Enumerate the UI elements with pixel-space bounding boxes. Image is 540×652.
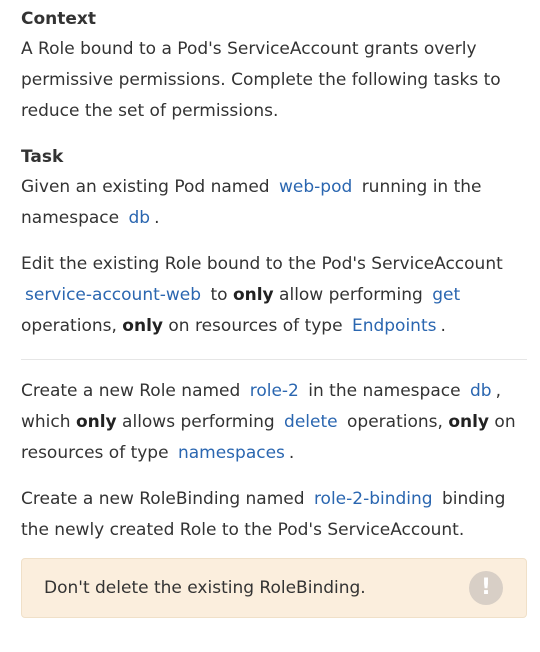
code-verb-get: get <box>432 285 461 305</box>
code-rolebinding-name: role-2-binding <box>313 489 433 509</box>
context-heading: Context <box>21 9 97 29</box>
warning-note: Don't delete the existing RoleBinding. ! <box>21 558 527 618</box>
exclamation-icon: ! <box>469 571 503 605</box>
code-service-account: service-account-web <box>25 285 202 305</box>
code-resource-endpoints: Endpoints <box>351 316 437 336</box>
code-pod-name: web-pod <box>279 177 353 197</box>
task-heading: Task <box>21 147 64 167</box>
task-paragraph-create-rolebinding: Create a new RoleBinding named role-2-bi… <box>21 489 506 540</box>
warning-note-text: Don't delete the existing RoleBinding. <box>44 577 366 598</box>
code-role-name: role-2 <box>249 381 299 401</box>
code-namespace: db <box>128 208 151 228</box>
divider <box>21 359 527 360</box>
context-text: A Role bound to a Pod's ServiceAccount g… <box>21 39 501 121</box>
code-verb-delete: delete <box>284 412 338 432</box>
task-paragraph-edit-role: Edit the existing Role bound to the Pod'… <box>21 254 503 336</box>
code-resource-namespaces: namespaces <box>177 443 285 463</box>
task-paragraph-create-role: Create a new Role named role-2 in the na… <box>21 381 516 463</box>
code-namespace-2: db <box>469 381 492 401</box>
task-panel: Context A Role bound to a Pod's ServiceA… <box>0 0 540 618</box>
task-paragraph-pod: Given an existing Pod named web-pod runn… <box>21 177 482 228</box>
